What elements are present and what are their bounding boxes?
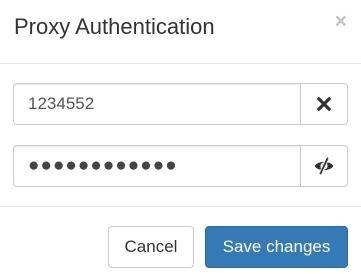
dialog-footer: Cancel Save changes (0, 207, 361, 274)
clear-x-icon (316, 96, 332, 112)
eye-slash-icon (314, 157, 334, 175)
save-changes-button[interactable]: Save changes (205, 226, 348, 268)
password-input-group (13, 145, 348, 187)
dialog-title: Proxy Authentication (14, 14, 215, 39)
dialog-body (0, 64, 361, 207)
clear-username-button[interactable] (300, 83, 348, 125)
cancel-button[interactable]: Cancel (108, 226, 194, 268)
toggle-password-visibility-button[interactable] (300, 145, 348, 187)
dialog-header: Proxy Authentication × (0, 0, 361, 64)
username-input-group (13, 83, 348, 125)
username-field[interactable] (13, 83, 300, 125)
close-icon[interactable]: × (335, 11, 347, 32)
proxy-auth-dialog: Proxy Authentication × 1234552 ●●●●●●●●●… (0, 0, 361, 274)
password-field[interactable] (13, 145, 300, 187)
